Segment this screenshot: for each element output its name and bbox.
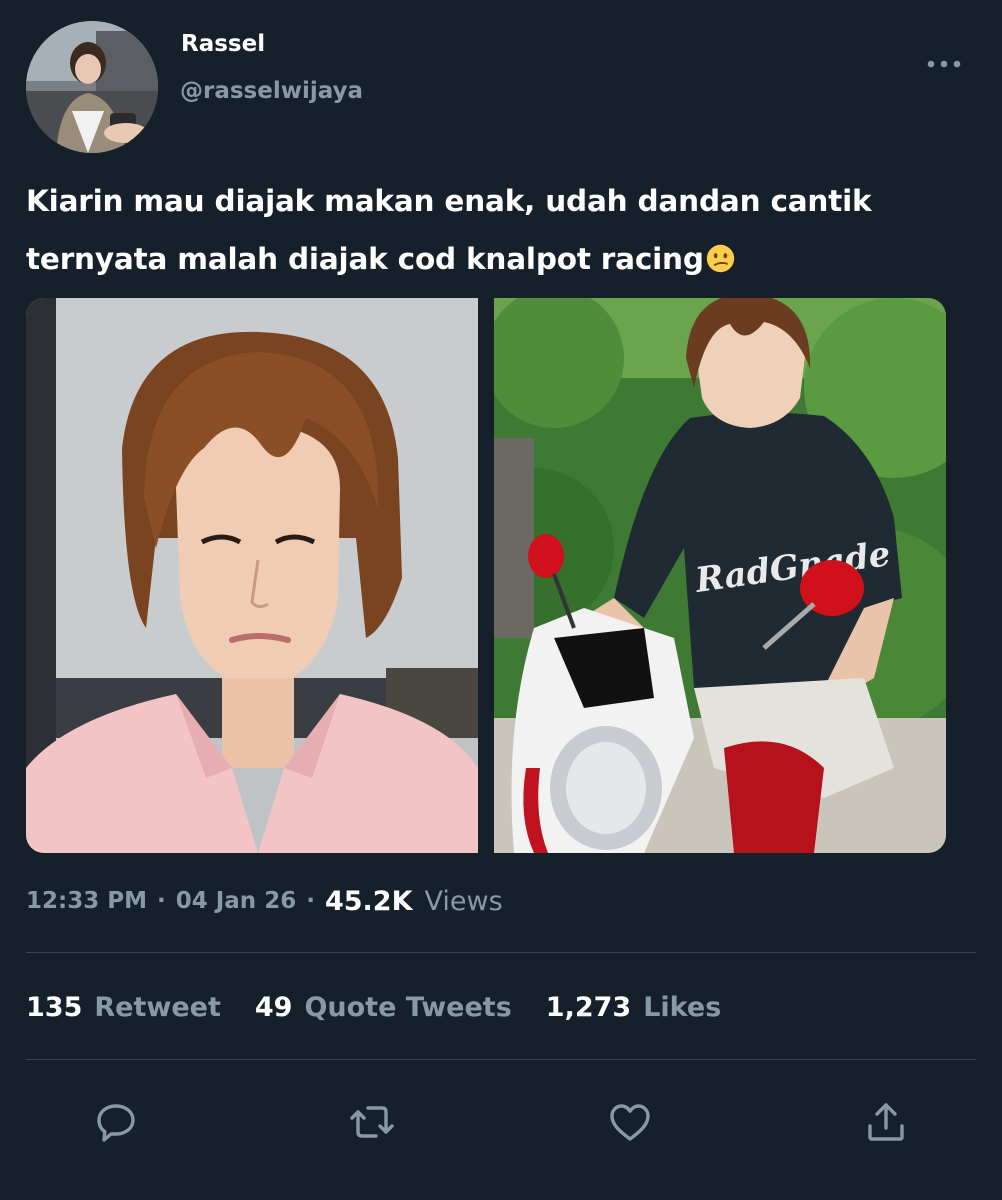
engagement-stats: 135 Retweet 49 Quote Tweets 1,273 Likes [26,986,755,1028]
display-name[interactable]: Rassel [181,31,265,57]
views-label: Views [424,885,503,917]
retweets-stat[interactable]: 135 Retweet [26,992,221,1023]
share-button[interactable] [860,1096,912,1148]
tweet-date[interactable]: 04 Jan 26 [176,888,296,914]
retweets-count: 135 [26,991,83,1023]
photo-portrait-pink-shirt[interactable] [26,298,478,853]
confused-face-emoji-icon [706,244,734,273]
like-button[interactable] [604,1096,656,1148]
more-icon [927,60,961,68]
tweet-detail: Rassel @rasselwijaya Kiarin mau diajak m… [0,0,1002,1200]
media-grid: RadGnade [26,298,946,853]
meta-separator: · [156,888,166,914]
divider [26,952,976,953]
likes-count: 1,273 [545,991,632,1023]
tweet-meta: 12:33 PM · 04 Jan 26 · 45.2K Views [26,880,503,922]
tweet-text-line-2: ternyata malah diajak cod knalpot racing [26,230,956,288]
avatar[interactable] [26,21,158,153]
likes-stat[interactable]: 1,273 Likes [546,992,721,1023]
tweet-text-line-2-words: ternyata malah diajak cod knalpot racing [26,242,704,276]
meta-separator: · [306,888,315,914]
quote-tweets-count: 49 [254,991,293,1023]
reply-button[interactable] [90,1096,142,1148]
share-icon [868,1103,904,1141]
views-count: 45.2K [324,885,413,917]
tweet-text-line-1: Kiarin mau diajak makan enak, udah danda… [26,184,872,218]
photo-scooter-rider[interactable]: RadGnade [494,298,946,853]
more-options-button[interactable] [924,50,964,78]
username-handle[interactable]: @rasselwijaya [180,78,363,104]
likes-label: Likes [643,991,722,1023]
reply-icon [97,1104,135,1142]
tweet-text: Kiarin mau diajak makan enak, udah danda… [26,172,956,288]
retweets-label: Retweet [94,991,221,1023]
quote-tweets-stat[interactable]: 49 Quote Tweets [255,992,512,1023]
retweet-button[interactable] [346,1096,398,1148]
tweet-time[interactable]: 12:33 PM [26,888,147,914]
like-icon [610,1104,650,1141]
quote-tweets-label: Quote Tweets [304,991,512,1023]
divider [26,1059,976,1060]
retweet-icon [350,1106,394,1138]
